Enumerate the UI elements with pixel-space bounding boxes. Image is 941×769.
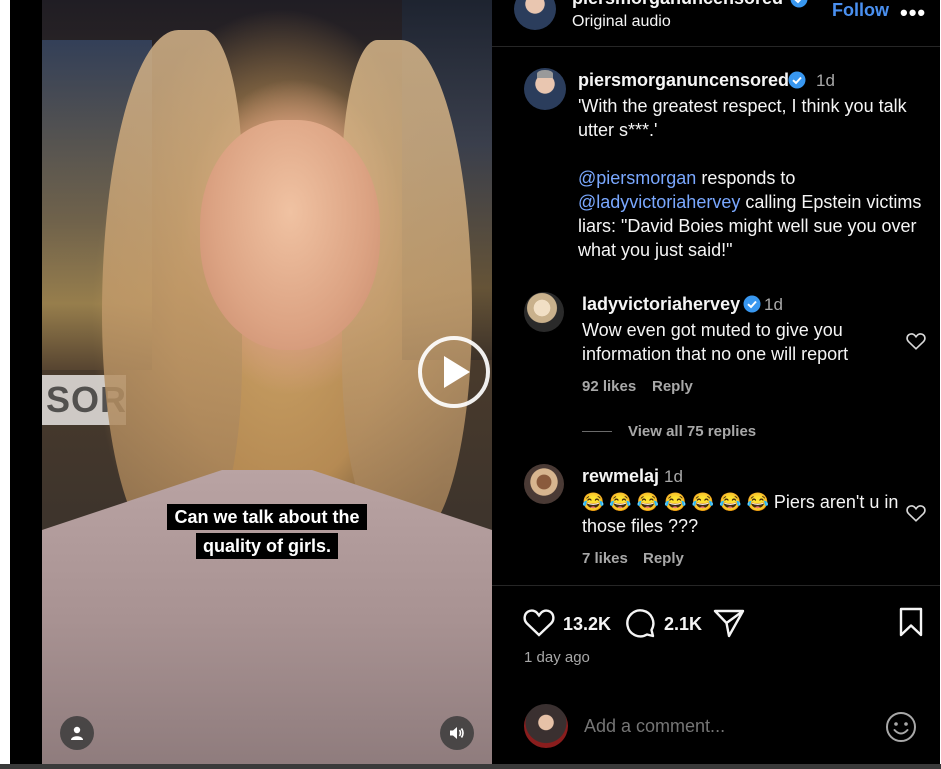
mention-link[interactable]: @ladyvictoriahervey — [578, 192, 740, 212]
window-edge — [0, 764, 941, 769]
more-options-button[interactable]: ••• — [900, 0, 926, 26]
comment-text: 😂 😂 😂 😂 😂 😂 😂 Piers aren't u in those fi… — [582, 492, 899, 536]
description-body: @piersmorgan responds to @ladyvictoriahe… — [578, 168, 922, 260]
divider — [492, 46, 940, 47]
person-icon — [71, 726, 83, 740]
comment-text: Wow even got muted to give you informati… — [582, 320, 849, 364]
avatar[interactable] — [524, 464, 564, 504]
follow-button[interactable]: Follow — [832, 0, 889, 21]
like-count[interactable]: 13.2K — [563, 614, 611, 635]
comment-likes[interactable]: 92 likes — [582, 378, 636, 395]
post-timestamp: 1d — [816, 71, 835, 90]
view-replies-button[interactable]: View all 75 replies — [628, 423, 756, 440]
bookmark-icon[interactable] — [898, 607, 924, 637]
comment-username[interactable]: rewmelaj — [582, 466, 659, 487]
verified-badge-icon — [790, 0, 808, 8]
mention-link[interactable]: @piersmorgan — [578, 168, 696, 188]
video-caption: quality of girls. — [42, 533, 492, 559]
post-details-panel: piersmorganuncensored Original audio Fol… — [492, 0, 940, 764]
post-viewer: SOR Can we talk about the quality of gir… — [10, 0, 940, 764]
emoji-picker-icon[interactable] — [885, 711, 917, 743]
post-date: 1 day ago — [524, 649, 590, 666]
play-icon — [444, 356, 470, 388]
comment-timestamp: 1d — [764, 295, 783, 314]
post-author-username[interactable]: piersmorganuncensored — [572, 0, 783, 9]
avatar[interactable] — [514, 0, 556, 30]
add-comment-input[interactable] — [584, 716, 864, 737]
like-comment-heart-icon[interactable] — [905, 502, 927, 524]
share-send-icon[interactable] — [712, 607, 746, 639]
comment-likes[interactable]: 7 likes — [582, 550, 628, 567]
divider — [492, 585, 940, 586]
play-button[interactable] — [418, 336, 490, 408]
verified-badge-icon — [788, 71, 806, 89]
like-comment-heart-icon[interactable] — [905, 330, 927, 352]
comment-username[interactable]: ladyvictoriahervey — [582, 294, 740, 315]
verified-badge-icon — [743, 295, 761, 313]
video-caption: Can we talk about the — [42, 504, 492, 530]
description-quote: 'With the greatest respect, I think you … — [578, 96, 907, 140]
comment-bubble-icon[interactable] — [624, 607, 656, 639]
avatar[interactable] — [524, 68, 566, 110]
reply-button[interactable]: Reply — [652, 378, 693, 395]
speaker-icon — [450, 727, 464, 739]
reply-button[interactable]: Reply — [643, 550, 684, 567]
audio-label[interactable]: Original audio — [572, 12, 671, 32]
avatar[interactable] — [524, 292, 564, 332]
comment-count[interactable]: 2.1K — [664, 614, 702, 635]
comment-timestamp: 1d — [664, 467, 683, 486]
mute-button[interactable] — [440, 716, 474, 750]
like-heart-icon[interactable] — [522, 606, 556, 638]
tagged-users-button[interactable] — [60, 716, 94, 750]
video-figure-face — [200, 120, 380, 350]
description-author[interactable]: piersmorganuncensored — [578, 70, 789, 91]
current-user-avatar — [524, 704, 568, 748]
replies-line — [582, 431, 612, 432]
